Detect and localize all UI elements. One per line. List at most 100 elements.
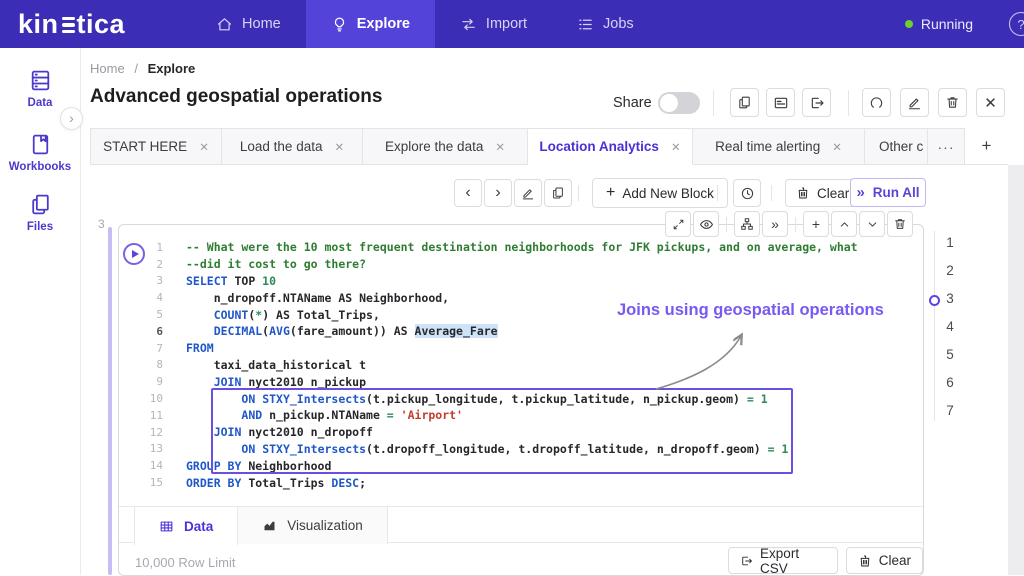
copy-icon — [737, 95, 752, 110]
code-line[interactable]: 14GROUP BY Neighborhood — [119, 457, 923, 474]
next-block-button[interactable]: › — [484, 179, 512, 207]
export-csv-button[interactable]: Export CSV — [728, 547, 838, 574]
block-nav-item-3[interactable]: 3 — [936, 285, 964, 313]
block-nav-item-2[interactable]: 2 — [936, 257, 964, 285]
code-text: COUNT(*) AS Total_Trips, — [163, 308, 380, 322]
copy-worksheet-button[interactable] — [544, 179, 572, 207]
export-workbook-button[interactable] — [802, 88, 831, 117]
close-workbook-button[interactable]: ✕ — [976, 88, 1005, 117]
code-line[interactable]: 8 taxi_data_historical t — [119, 357, 923, 374]
block-toolbar: » + — [665, 211, 913, 237]
share-toggle[interactable] — [658, 92, 700, 114]
code-text: ORDER BY Total_Trips DESC; — [163, 476, 366, 490]
code-line[interactable]: 2--did it cost to go there? — [119, 256, 923, 273]
rename-workbook-button[interactable] — [900, 88, 929, 117]
prev-block-button[interactable]: ‹ — [454, 179, 482, 207]
sidebar-item-files[interactable]: Files — [0, 192, 80, 233]
delete-workbook-button[interactable] — [938, 88, 967, 117]
results-tab-data[interactable]: Data — [134, 507, 238, 545]
line-number: 3 — [119, 274, 163, 287]
kinetica-logo[interactable]: kin tica — [18, 9, 125, 40]
move-block-down-button[interactable] — [859, 211, 885, 237]
annotation-label: Joins using geospatial operations — [617, 301, 884, 320]
nav-item-jobs[interactable]: Jobs — [552, 0, 659, 48]
tab-overflow-button[interactable]: ··· — [928, 128, 965, 165]
code-line[interactable]: 15ORDER BY Total_Trips DESC; — [119, 474, 923, 491]
refresh-history-button[interactable] — [862, 88, 891, 117]
nav-item-home[interactable]: Home — [191, 0, 306, 48]
results-tabbar: Data Visualization — [119, 506, 923, 543]
tab-close-icon[interactable]: ✕ — [334, 140, 344, 154]
results-tab-visualization[interactable]: Visualization — [238, 507, 388, 544]
block-nav-item-1[interactable]: 1 — [936, 229, 964, 257]
sidebar-item-label: Workbooks — [9, 161, 71, 173]
right-gutter — [1008, 165, 1024, 575]
nav-right: Running ? — [905, 12, 1024, 36]
line-number: 15 — [119, 476, 163, 489]
run-block-play-button[interactable] — [123, 243, 145, 265]
tab-explore-the-data[interactable]: Explore the data ✕ — [363, 128, 528, 165]
card-form-icon — [773, 95, 789, 111]
block-nav-item-5[interactable]: 5 — [936, 341, 964, 369]
code-line[interactable]: 1-- What were the 10 most frequent desti… — [119, 239, 923, 256]
nav-item-import[interactable]: Import — [435, 0, 552, 48]
line-number: 9 — [119, 375, 163, 388]
sidebar-item-workbooks[interactable]: Workbooks — [0, 132, 80, 173]
code-line[interactable]: 7FROM — [119, 340, 923, 357]
tab-location-analytics[interactable]: Location Analytics ✕ — [528, 128, 693, 165]
tab-close-icon[interactable]: ✕ — [832, 140, 842, 154]
breadcrumb-home[interactable]: Home — [90, 61, 125, 76]
clear-results-button[interactable]: Clear — [846, 547, 923, 574]
delete-block-button[interactable] — [887, 211, 913, 237]
code-line[interactable]: 12 JOIN nyct2010 n_dropoff — [119, 424, 923, 441]
explain-plan-button[interactable] — [734, 211, 760, 237]
worksheet-tabbar: START HERE ✕ Load the data ✕ Explore the… — [90, 128, 1008, 165]
expand-block-button[interactable] — [665, 211, 691, 237]
code-editor[interactable]: 1-- What were the 10 most frequent desti… — [119, 239, 923, 491]
chevron-down-icon — [866, 218, 879, 231]
move-block-up-button[interactable] — [831, 211, 857, 237]
code-text: AND n_pickup.NTAName = 'Airport' — [163, 408, 463, 422]
clear-worksheet-button[interactable]: Clear — [785, 179, 860, 207]
code-line[interactable]: 6 DECIMAL(AVG(fare_amount)) AS Average_F… — [119, 323, 923, 340]
preview-eye-button[interactable] — [693, 211, 719, 237]
duplicate-workbook-button[interactable] — [730, 88, 759, 117]
tab-other[interactable]: Other c — [865, 128, 928, 165]
tab-add-button[interactable]: + — [965, 128, 1008, 165]
code-line[interactable]: 13 ON STXY_Intersects(t.dropoff_longitud… — [119, 441, 923, 458]
nav-item-explore[interactable]: Explore — [306, 0, 435, 48]
tab-close-icon[interactable]: ✕ — [671, 140, 681, 154]
logo-text-right: tica — [77, 9, 126, 40]
worksheet-workspace: ‹ › + Add New Block Clear » Run All 3 — [80, 165, 1024, 575]
line-number: 8 — [119, 358, 163, 371]
tab-real-time-alerting[interactable]: Real time alerting ✕ — [693, 128, 865, 165]
logo-e-bars-icon — [62, 17, 75, 33]
block-nav-item-4[interactable]: 4 — [936, 313, 964, 341]
sidebar-item-data[interactable]: Data — [0, 68, 80, 109]
code-line[interactable]: 3SELECT TOP 10 — [119, 273, 923, 290]
workbook-details-button[interactable] — [766, 88, 795, 117]
block-nav: 1234567 — [936, 229, 964, 425]
run-block-button[interactable]: » — [762, 211, 788, 237]
tab-load-the-data[interactable]: Load the data ✕ — [222, 128, 363, 165]
share-toggle-knob — [660, 94, 678, 112]
sidebar-collapse-chevron-icon[interactable]: › — [60, 107, 83, 130]
divider — [771, 185, 772, 201]
add-block-below-button[interactable]: + — [803, 211, 829, 237]
clear-broom-icon — [796, 186, 810, 200]
code-line[interactable]: 10 ON STXY_Intersects(t.pickup_longitude… — [119, 390, 923, 407]
rename-worksheet-button[interactable] — [514, 179, 542, 207]
line-number: 5 — [119, 308, 163, 321]
code-line[interactable]: 11 AND n_pickup.NTAName = 'Airport' — [119, 407, 923, 424]
run-all-button[interactable]: » Run All — [850, 178, 926, 207]
tab-start-here[interactable]: START HERE ✕ — [90, 128, 222, 165]
add-new-block-button[interactable]: + Add New Block — [592, 178, 728, 208]
block-nav-item-6[interactable]: 6 — [936, 369, 964, 397]
help-icon[interactable]: ? — [1009, 12, 1024, 36]
code-text: taxi_data_historical t — [163, 358, 366, 372]
tab-close-icon[interactable]: ✕ — [495, 140, 505, 154]
tab-close-icon[interactable]: ✕ — [199, 140, 209, 154]
block-nav-item-7[interactable]: 7 — [936, 397, 964, 425]
code-line[interactable]: 9 JOIN nyct2010 n_pickup — [119, 373, 923, 390]
history-clock-button[interactable] — [733, 179, 761, 207]
